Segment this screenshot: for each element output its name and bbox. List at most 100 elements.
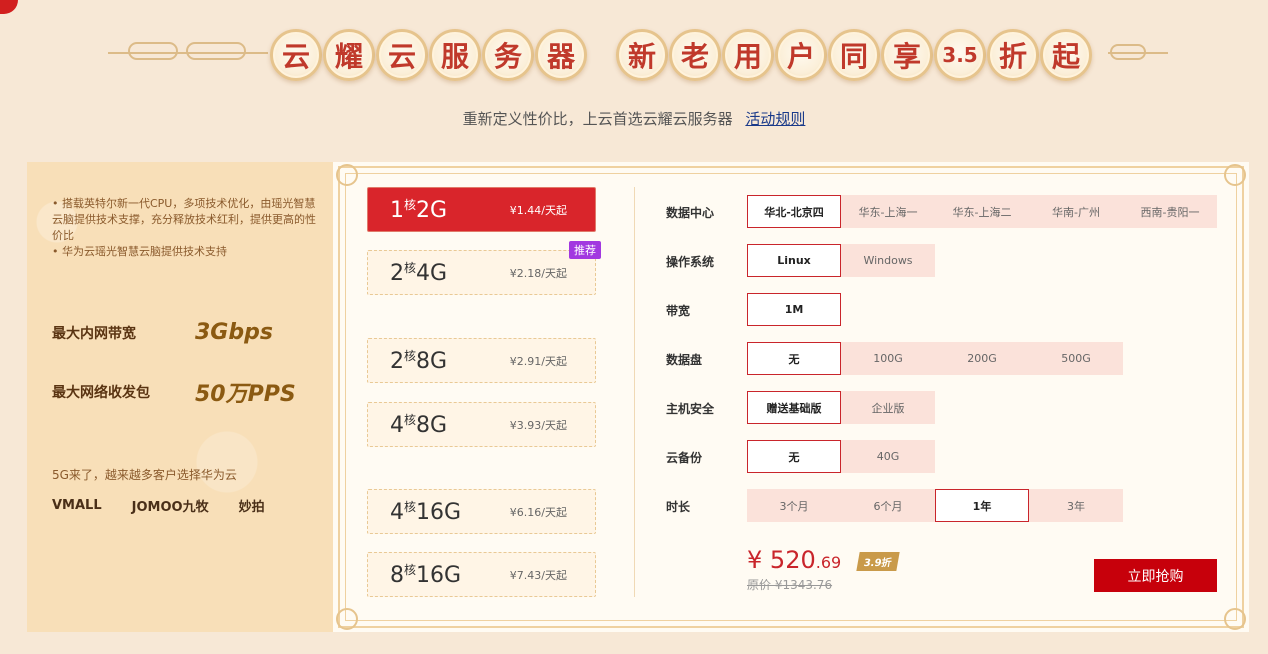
stat-value: 3Gbps	[195, 320, 273, 345]
deco-curl-left-1	[128, 42, 178, 60]
feature-item: • 搭载英特尔新一代CPU，多项技术优化，由瑶光智慧云脑提供技术支撑，充分释放技…	[52, 197, 316, 242]
currency: ¥	[747, 546, 763, 574]
discount-badge: 3.9折	[856, 552, 900, 571]
spec-price: ¥6.16/天起	[509, 505, 567, 519]
corner-ornament	[1224, 164, 1246, 186]
spec-core-unit: 核	[404, 198, 417, 212]
option-label-security: 主机安全	[666, 402, 715, 416]
option-datacenter[interactable]: 华东-上海一	[841, 195, 935, 228]
option-disk[interactable]: 200G	[935, 342, 1029, 375]
subtitle-text: 重新定义性价比，上云首选云耀云服务器	[462, 110, 733, 128]
option-row-bandwidth: 1M	[747, 293, 841, 326]
option-row-datacenter: 华北-北京四 华东-上海一 华东-上海二 华南-广州 西南-贵阳一	[747, 195, 1217, 228]
spec-cores: 2	[390, 261, 404, 286]
spec-price: ¥7.43/天起	[509, 568, 567, 582]
spec-core-unit: 核	[404, 563, 417, 577]
spec-price: ¥2.91/天起	[509, 354, 567, 368]
option-label-datacenter: 数据中心	[666, 206, 715, 220]
title-chars: 云耀云服务器新老用户同享 3.5 折起	[270, 25, 1093, 85]
option-datacenter[interactable]: 华北-北京四	[747, 195, 841, 228]
spec-name: 4核16G	[390, 498, 461, 525]
rules-link[interactable]: 活动规则	[745, 110, 805, 128]
deco-curl-right	[1110, 44, 1146, 60]
spec-price: ¥2.18/天起	[509, 266, 567, 280]
spec-cores: 8	[390, 563, 404, 588]
spec-option[interactable]: 4核8G ¥3.93/天起	[367, 402, 596, 447]
spec-cores: 4	[390, 500, 404, 525]
spec-name: 2核4G	[390, 259, 447, 286]
spec-name: 4核8G	[390, 411, 447, 438]
jomoo-logo: JOMOO九牧	[131, 500, 209, 515]
title-char: 服	[429, 29, 481, 81]
spec-core-unit: 核	[404, 349, 417, 363]
feature-list: • 搭载英特尔新一代CPU，多项技术优化，由瑶光智慧云脑提供技术支撑，充分释放技…	[52, 196, 317, 260]
title-char: 老	[669, 29, 721, 81]
deco-curl-left-2	[186, 42, 246, 60]
option-row-security: 赠送基础版 企业版	[747, 391, 935, 424]
corner-ornament	[336, 164, 358, 186]
option-security[interactable]: 企业版	[841, 391, 935, 424]
feature-item: • 华为云瑶光智慧云脑提供技术支持	[52, 245, 227, 258]
spec-cores: 1	[390, 198, 404, 223]
divider	[634, 187, 635, 597]
title-char: 新	[616, 29, 668, 81]
option-os[interactable]: Windows	[841, 244, 935, 277]
spec-core-unit: 核	[404, 261, 417, 275]
option-backup[interactable]: 无	[747, 440, 841, 473]
option-row-disk: 无 100G 200G 500G	[747, 342, 1123, 375]
option-duration[interactable]: 3个月	[747, 489, 841, 522]
option-datacenter[interactable]: 西南-贵阳一	[1123, 195, 1217, 228]
option-label-backup: 云备份	[666, 451, 703, 465]
option-security[interactable]: 赠送基础版	[747, 391, 841, 424]
option-duration[interactable]: 6个月	[841, 489, 935, 522]
title-char: 3.5	[934, 29, 986, 81]
price-dec: .69	[815, 553, 842, 572]
option-bandwidth[interactable]: 1M	[747, 293, 841, 326]
spec-cores: 4	[390, 413, 404, 438]
vmall-logo: VMALL	[52, 498, 102, 513]
spec-option[interactable]: 2核8G ¥2.91/天起	[367, 338, 596, 383]
title-char: 起	[1040, 29, 1092, 81]
option-disk[interactable]: 无	[747, 342, 841, 375]
spec-mem: 2G	[416, 198, 448, 223]
option-duration[interactable]: 1年	[935, 489, 1029, 522]
title-char: 云	[376, 29, 428, 81]
buy-button[interactable]: 立即抢购	[1094, 559, 1217, 592]
spec-mem: 4G	[416, 261, 448, 286]
stat-value: 50万PPS	[195, 382, 296, 407]
spec-option[interactable]: 1核2G ¥1.44/天起	[367, 187, 596, 232]
left-panel: • 搭载英特尔新一代CPU，多项技术优化，由瑶光智慧云脑提供技术支撑，充分释放技…	[27, 162, 333, 632]
price-int: 520	[769, 546, 816, 574]
recommend-badge: 推荐	[569, 241, 601, 259]
spec-option[interactable]: 4核16G ¥6.16/天起	[367, 489, 596, 534]
partner-logos: VMALL JOMOO九牧 妙拍	[52, 496, 295, 515]
spec-mem: 8G	[416, 413, 448, 438]
spec-option[interactable]: 2核4G ¥2.18/天起 推荐	[367, 241, 601, 295]
option-disk[interactable]: 500G	[1029, 342, 1123, 375]
option-label-duration: 时长	[666, 500, 691, 514]
title-char: 享	[881, 29, 933, 81]
title-char: 务	[482, 29, 534, 81]
miaopai-logo: 妙拍	[238, 500, 265, 515]
option-row-duration: 3个月 6个月 1年 3年	[747, 489, 1123, 522]
spec-option[interactable]: 8核16G ¥7.43/天起	[367, 552, 596, 597]
option-disk[interactable]: 100G	[841, 342, 935, 375]
spec-name: 8核16G	[390, 561, 461, 588]
spec-price: ¥3.93/天起	[509, 418, 567, 432]
stat-pps: 最大网络收发包 50万PPS	[52, 376, 296, 408]
option-label-bandwidth: 带宽	[666, 304, 691, 318]
option-duration[interactable]: 3年	[1029, 489, 1123, 522]
spec-core-unit: 核	[404, 413, 417, 427]
option-backup[interactable]: 40G	[841, 440, 935, 473]
option-datacenter[interactable]: 华南-广州	[1029, 195, 1123, 228]
option-os[interactable]: Linux	[747, 244, 841, 277]
title-char: 器	[535, 29, 587, 81]
title-banner: 云耀云服务器新老用户同享 3.5 折起	[0, 20, 1268, 90]
option-datacenter[interactable]: 华东-上海二	[935, 195, 1029, 228]
spec-name: 1核2G	[390, 196, 447, 223]
original-price: 原价 ¥1343.76	[747, 578, 833, 592]
product-card: • 搭载英特尔新一代CPU，多项技术优化，由瑶光智慧云脑提供技术支撑，充分释放技…	[27, 162, 1249, 632]
corner-ornament	[1224, 608, 1246, 630]
spec-core-unit: 核	[404, 500, 417, 514]
subtitle: 重新定义性价比，上云首选云耀云服务器 活动规则	[0, 108, 1268, 129]
